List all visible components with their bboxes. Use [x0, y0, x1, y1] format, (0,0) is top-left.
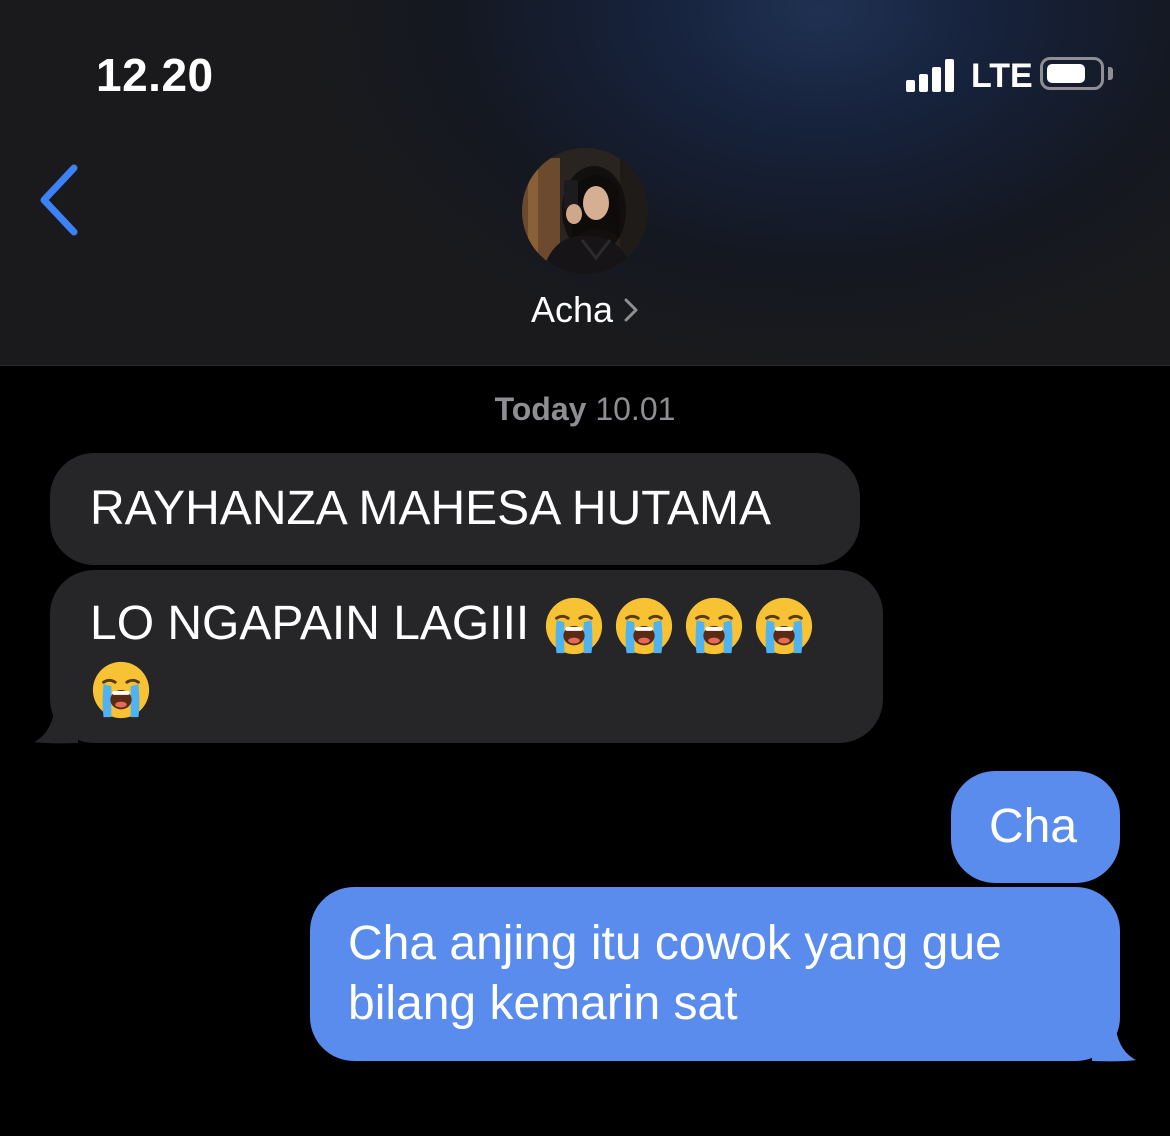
cellular-signal-icon	[906, 58, 962, 92]
message-text: LO NGAPAIN LAGIII	[90, 597, 530, 650]
message-text: Cha	[989, 800, 1078, 853]
message-timestamp: Today 10.01	[0, 389, 1170, 429]
received-message-bubble[interactable]: RAYHANZA MAHESA HUTAMA	[50, 453, 860, 565]
chevron-right-icon	[624, 298, 638, 322]
contact-name-button[interactable]: Acha	[0, 288, 1170, 332]
battery-cap	[1108, 67, 1113, 80]
bubble-tail	[34, 712, 78, 744]
loudly-crying-face-icon	[92, 661, 150, 718]
loudly-crying-face-icon	[615, 598, 672, 655]
message-text: RAYHANZA MAHESA HUTAMA	[90, 482, 771, 535]
contact-name: Acha	[530, 289, 614, 330]
network-type: LTE	[971, 57, 1033, 95]
timestamp-time: 10.01	[595, 391, 676, 427]
timestamp-day: Today	[494, 391, 587, 427]
loudly-crying-face-icon	[685, 598, 742, 655]
message-text-line: Cha anjing itu cowok yang gue	[348, 917, 1002, 970]
bubble-tail	[1092, 1030, 1136, 1062]
message-text-line: bilang kemarin sat	[348, 977, 738, 1030]
status-time: 12.20	[96, 49, 214, 101]
loudly-crying-face-icon	[545, 598, 602, 655]
sent-message-bubble[interactable]: Cha anjing itu cowok yang gue bilang kem…	[310, 887, 1120, 1061]
battery-icon	[1040, 57, 1104, 90]
loudly-crying-face-icon	[755, 598, 812, 655]
sent-message-bubble[interactable]: Cha	[951, 771, 1120, 883]
avatar-photo	[522, 148, 648, 274]
chevron-left-icon	[40, 164, 78, 236]
received-message-bubble[interactable]: LO NGAPAIN LAGIII	[50, 570, 883, 743]
conversation-header: 12.20 LTE Acha	[0, 0, 1170, 366]
contact-avatar[interactable]	[522, 148, 648, 274]
back-button[interactable]	[30, 160, 90, 240]
battery-level	[1047, 64, 1085, 83]
